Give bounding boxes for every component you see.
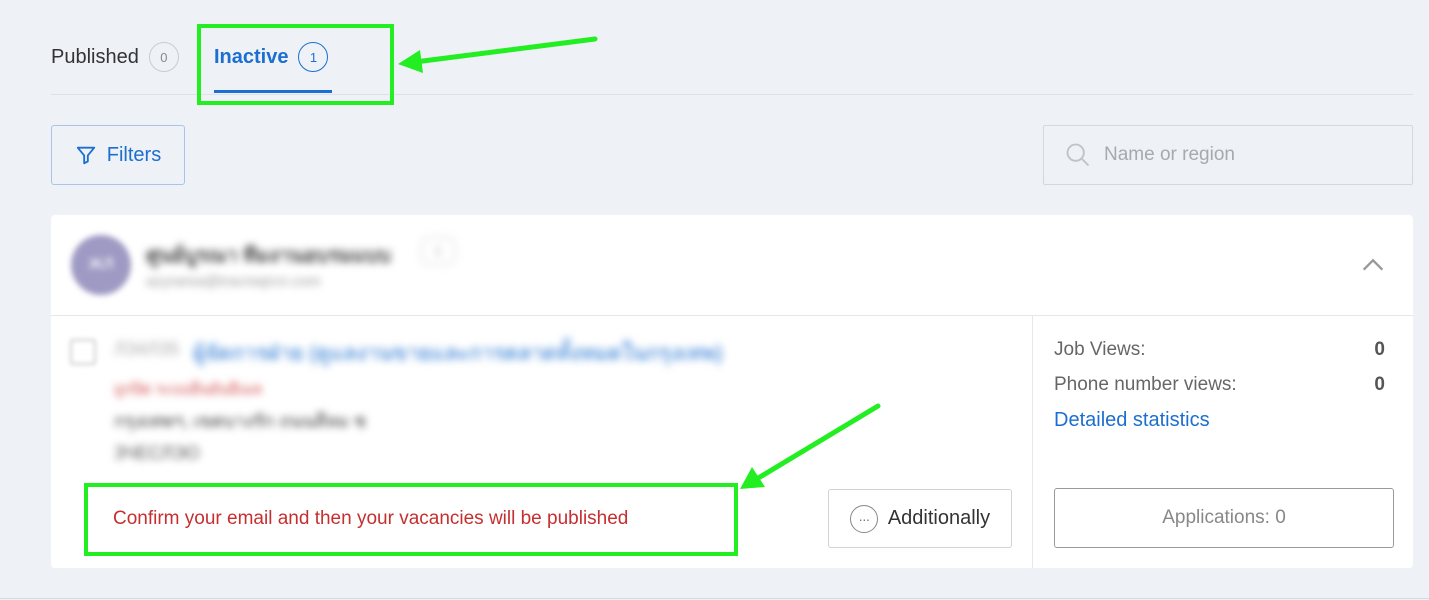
additionally-label: Additionally (887, 507, 991, 529)
bottom-divider (0, 598, 1429, 599)
search-icon (1066, 143, 1090, 167)
filters-label: Filters (106, 143, 162, 166)
stats-panel: Job Views: 0 Phone number views: 0 Detai… (1032, 316, 1413, 568)
job-views-row: Job Views: 0 (1054, 339, 1385, 361)
company-email: azyrarea@tracnwjrcn.com (146, 273, 321, 290)
tab-published[interactable]: Published 0 (51, 42, 179, 72)
filter-icon (76, 146, 95, 165)
additionally-button[interactable]: ··· Additionally (828, 489, 1012, 548)
filters-button[interactable]: Filters (51, 125, 185, 185)
company-vacancy-count: 1 (421, 237, 455, 265)
annotation-highlight-tab (197, 24, 394, 105)
job-views-label: Job Views: (1054, 339, 1146, 360)
annotation-highlight-message (84, 483, 738, 556)
avatar: ЖЛ (71, 235, 131, 295)
more-horizontal-icon: ··· (849, 504, 878, 533)
phone-views-value: 0 (1374, 374, 1385, 395)
phone-views-row: Phone number views: 0 (1054, 374, 1385, 396)
vacancy-location: กรุงเทพฯ, เขตบางรัก ถนนสีลม ช (114, 411, 366, 431)
search-box[interactable] (1043, 125, 1413, 185)
company-header: ЖЛ ศูนย์บูรณา ทีมงานอบรมแบบ 1 azyrarea@t… (51, 215, 1413, 316)
search-input[interactable] (1104, 144, 1384, 166)
vacancy-checkbox[interactable] (70, 339, 96, 365)
vacancy-salary: ЗЧЕСЛЭО (114, 443, 200, 463)
applications-button[interactable]: Applications: 0 (1054, 488, 1394, 548)
job-views-value: 0 (1374, 339, 1385, 360)
chevron-up-icon (1362, 258, 1384, 271)
vacancy-title-link[interactable]: ผู้จัดการฝ่าย (ดูแลงานขายและการตลาดทั้งห… (193, 337, 723, 370)
detailed-statistics-link[interactable]: Detailed statistics (1054, 409, 1210, 432)
vacancy-id: ЛЗ4ЛЗ5 (114, 339, 180, 359)
phone-views-label: Phone number views: (1054, 374, 1237, 395)
tab-published-label: Published (51, 45, 139, 68)
tab-published-count-badge: 0 (148, 42, 179, 72)
collapse-button[interactable] (1359, 251, 1387, 279)
vacancy-status: ถูกปิด ระบบยืนยันอีเมล (114, 381, 263, 398)
company-name: ศูนย์บูรณา ทีมงานอบรมแบบ (146, 245, 391, 267)
